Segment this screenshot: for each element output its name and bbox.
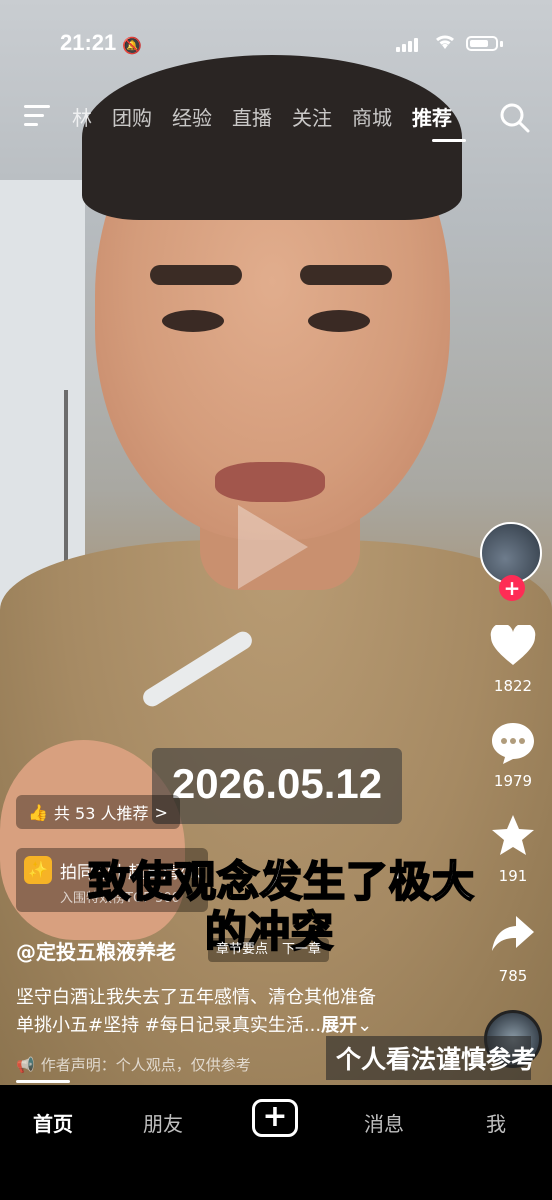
nav-messages[interactable]: 消息 <box>364 1108 404 1137</box>
create-button[interactable]: + <box>252 1099 298 1137</box>
share-arrow-icon[interactable] <box>490 914 536 960</box>
tab-lin[interactable]: 林 <box>72 102 92 131</box>
battery-icon <box>466 36 498 51</box>
cellular-signal-icon <box>396 38 422 52</box>
nav-friends[interactable]: 朋友 <box>143 1108 183 1137</box>
comment-bubble-icon[interactable] <box>490 720 536 766</box>
sparkle-icon: ✨ <box>24 856 52 884</box>
chevron-right-icon: > <box>154 802 168 822</box>
description-text: 单挑小五#坚持 #每日记录真实生活... <box>16 1015 322 1036</box>
comment-count: 1979 <box>493 772 533 790</box>
tab-experience[interactable]: 经验 <box>172 102 212 131</box>
favorite-count: 191 <box>498 867 528 885</box>
chapter-points-label[interactable]: 章节要点 <box>216 938 268 962</box>
thumbs-up-icon: 👍 <box>28 802 48 822</box>
battery-tip <box>500 41 503 47</box>
follow-plus-button[interactable]: + <box>499 575 525 601</box>
description-line-2: 单挑小五#坚持 #每日记录真实生活...展开⌄ <box>16 1011 372 1037</box>
recommend-label: 共 53 人推荐 <box>53 804 149 823</box>
search-icon[interactable] <box>500 103 530 133</box>
screen: 21:21 🔕 林 团购 经验 直播 关注 商城 推荐 + 1822 1979 … <box>0 0 552 1200</box>
nav-me[interactable]: 我 <box>486 1108 506 1137</box>
tab-following[interactable]: 关注 <box>292 102 332 131</box>
expand-button[interactable]: 展开 <box>321 1015 357 1036</box>
tab-mall[interactable]: 商城 <box>352 102 392 131</box>
menu-icon[interactable] <box>24 105 50 127</box>
megaphone-icon: 📢 <box>16 1055 35 1074</box>
video-person-eye-right <box>308 310 370 332</box>
chevron-down-icon: ⌄ <box>357 1015 373 1036</box>
opinion-sticker: 个人看法谨慎参考 <box>336 1045 537 1074</box>
disclaimer-text: 作者声明：个人观点，仅供参考 <box>40 1056 251 1074</box>
tab-live[interactable]: 直播 <box>232 102 272 131</box>
share-count: 785 <box>498 967 528 985</box>
video-person-brow-right <box>300 265 392 285</box>
next-chapter-label[interactable]: 下一章 <box>282 938 321 962</box>
author-disclaimer: 📢 作者声明：个人观点，仅供参考 <box>16 1054 251 1075</box>
video-person-eye-left <box>162 310 224 332</box>
active-tab-indicator <box>432 139 466 142</box>
video-person-hair <box>82 55 462 220</box>
wifi-icon <box>433 31 457 57</box>
recommend-pill[interactable]: 👍 共 53 人推荐 > <box>16 795 180 829</box>
mute-bell-icon: 🔕 <box>122 36 142 55</box>
video-progress[interactable] <box>16 1080 70 1083</box>
author-name[interactable]: @定投五粮液养老 <box>16 936 176 965</box>
like-heart-icon[interactable] <box>490 623 536 671</box>
subtitle-line-1-pre: 致使观 <box>87 856 218 907</box>
tab-recommend[interactable]: 推荐 <box>412 102 452 131</box>
description-line-1: 坚守白酒让我失去了五年感情、清仓其他准备 <box>16 987 376 1008</box>
like-count: 1822 <box>493 677 533 695</box>
top-tabs: 林 团购 经验 直播 关注 商城 推荐 <box>72 102 452 131</box>
status-time: 21:21 <box>60 30 117 55</box>
battery-level <box>470 40 488 47</box>
tab-group-buy[interactable]: 团购 <box>112 102 152 131</box>
date-overlay: 2026.05.12 <box>171 760 383 807</box>
video-person-mouth <box>215 462 325 502</box>
favorite-star-icon[interactable] <box>490 812 536 858</box>
video-person-brow-left <box>150 265 242 285</box>
chapter-bar[interactable]: 章节要点 下一章 <box>208 938 330 962</box>
nav-home[interactable]: 首页 <box>33 1108 73 1137</box>
play-icon[interactable] <box>238 505 308 589</box>
